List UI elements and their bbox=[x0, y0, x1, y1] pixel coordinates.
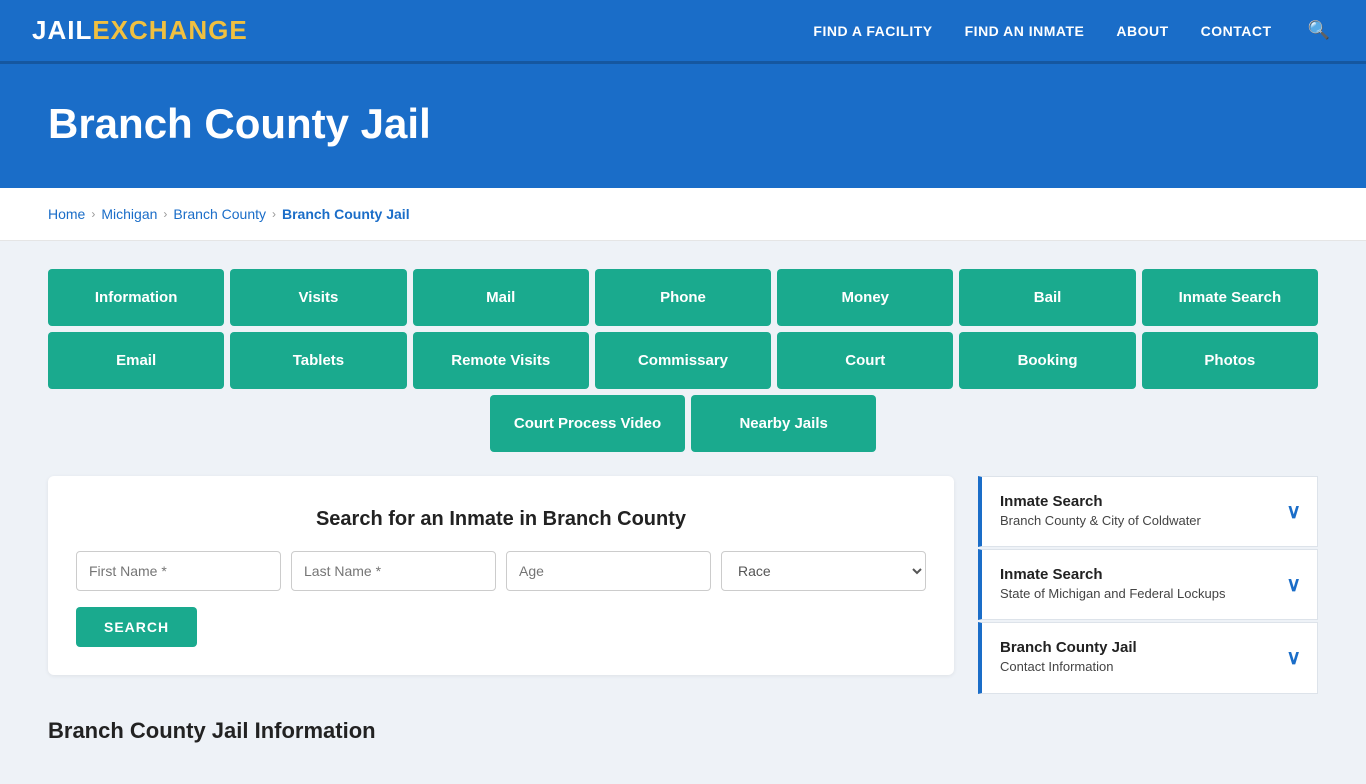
nav-contact[interactable]: CONTACT bbox=[1201, 23, 1272, 39]
button-grid-row2: Email Tablets Remote Visits Commissary C… bbox=[48, 332, 1318, 389]
page-title: Branch County Jail bbox=[48, 100, 1318, 148]
last-name-input[interactable] bbox=[291, 551, 496, 591]
navbar: JAIL EXCHANGE FIND A FACILITY FIND AN IN… bbox=[0, 0, 1366, 64]
sidebar-item-sub-1: State of Michigan and Federal Lockups bbox=[1000, 585, 1225, 603]
btn-court[interactable]: Court bbox=[777, 332, 953, 389]
navbar-links: FIND A FACILITY FIND AN INMATE ABOUT CON… bbox=[813, 16, 1334, 45]
sidebar-item-inmate-search-state[interactable]: Inmate Search State of Michigan and Fede… bbox=[978, 549, 1318, 620]
main-area: Information Visits Mail Phone Money Bail… bbox=[0, 241, 1366, 784]
search-form-card: Search for an Inmate in Branch County Ra… bbox=[48, 476, 954, 675]
nav-about[interactable]: ABOUT bbox=[1116, 23, 1168, 39]
hero-section: Branch County Jail bbox=[0, 64, 1366, 188]
breadcrumb-sep-1: › bbox=[91, 207, 95, 221]
nav-find-facility[interactable]: FIND A FACILITY bbox=[813, 23, 932, 39]
breadcrumb-sep-2: › bbox=[163, 207, 167, 221]
btn-commissary[interactable]: Commissary bbox=[595, 332, 771, 389]
age-input[interactable] bbox=[506, 551, 711, 591]
btn-inmate-search[interactable]: Inmate Search bbox=[1142, 269, 1318, 326]
section-heading: Branch County Jail Information bbox=[48, 718, 1318, 744]
sidebar-item-title-2: Branch County Jail bbox=[1000, 639, 1137, 656]
sidebar-item-sub-0: Branch County & City of Coldwater bbox=[1000, 512, 1201, 530]
sidebar-item-inmate-search-local[interactable]: Inmate Search Branch County & City of Co… bbox=[978, 476, 1318, 547]
search-icon-button[interactable]: 🔍 bbox=[1304, 16, 1334, 45]
breadcrumb-branch-county[interactable]: Branch County bbox=[173, 206, 266, 222]
search-inputs: Race White Black Hispanic Asian Other bbox=[76, 551, 926, 591]
sidebar-item-title-0: Inmate Search bbox=[1000, 493, 1201, 510]
breadcrumb-home[interactable]: Home bbox=[48, 206, 85, 222]
race-select[interactable]: Race White Black Hispanic Asian Other bbox=[721, 551, 926, 591]
sidebar-item-sub-2: Contact Information bbox=[1000, 658, 1137, 676]
btn-remote-visits[interactable]: Remote Visits bbox=[413, 332, 589, 389]
chevron-down-icon-2: ∨ bbox=[1286, 645, 1301, 670]
logo-exchange: EXCHANGE bbox=[92, 15, 247, 46]
btn-money[interactable]: Money bbox=[777, 269, 953, 326]
button-grid-row3: Court Process Video Nearby Jails bbox=[48, 395, 1318, 452]
breadcrumb-current: Branch County Jail bbox=[282, 206, 410, 222]
chevron-down-icon-0: ∨ bbox=[1286, 499, 1301, 524]
btn-court-process-video[interactable]: Court Process Video bbox=[490, 395, 685, 452]
btn-tablets[interactable]: Tablets bbox=[230, 332, 406, 389]
nav-find-inmate[interactable]: FIND AN INMATE bbox=[965, 23, 1085, 39]
lower-section: Search for an Inmate in Branch County Ra… bbox=[48, 476, 1318, 694]
btn-photos[interactable]: Photos bbox=[1142, 332, 1318, 389]
search-form-title: Search for an Inmate in Branch County bbox=[76, 508, 926, 531]
btn-nearby-jails[interactable]: Nearby Jails bbox=[691, 395, 876, 452]
sidebar: Inmate Search Branch County & City of Co… bbox=[978, 476, 1318, 694]
chevron-down-icon-1: ∨ bbox=[1286, 572, 1301, 597]
btn-bail[interactable]: Bail bbox=[959, 269, 1135, 326]
sidebar-item-contact-info[interactable]: Branch County Jail Contact Information ∨ bbox=[978, 622, 1318, 693]
btn-booking[interactable]: Booking bbox=[959, 332, 1135, 389]
breadcrumb-sep-3: › bbox=[272, 207, 276, 221]
sidebar-item-title-1: Inmate Search bbox=[1000, 566, 1225, 583]
first-name-input[interactable] bbox=[76, 551, 281, 591]
logo-jail: JAIL bbox=[32, 15, 92, 46]
breadcrumb: Home › Michigan › Branch County › Branch… bbox=[0, 188, 1366, 241]
button-grid-row1: Information Visits Mail Phone Money Bail… bbox=[48, 269, 1318, 326]
btn-visits[interactable]: Visits bbox=[230, 269, 406, 326]
btn-phone[interactable]: Phone bbox=[595, 269, 771, 326]
search-button[interactable]: SEARCH bbox=[76, 607, 197, 647]
breadcrumb-michigan[interactable]: Michigan bbox=[101, 206, 157, 222]
btn-email[interactable]: Email bbox=[48, 332, 224, 389]
btn-information[interactable]: Information bbox=[48, 269, 224, 326]
btn-mail[interactable]: Mail bbox=[413, 269, 589, 326]
logo[interactable]: JAIL EXCHANGE bbox=[32, 15, 248, 46]
